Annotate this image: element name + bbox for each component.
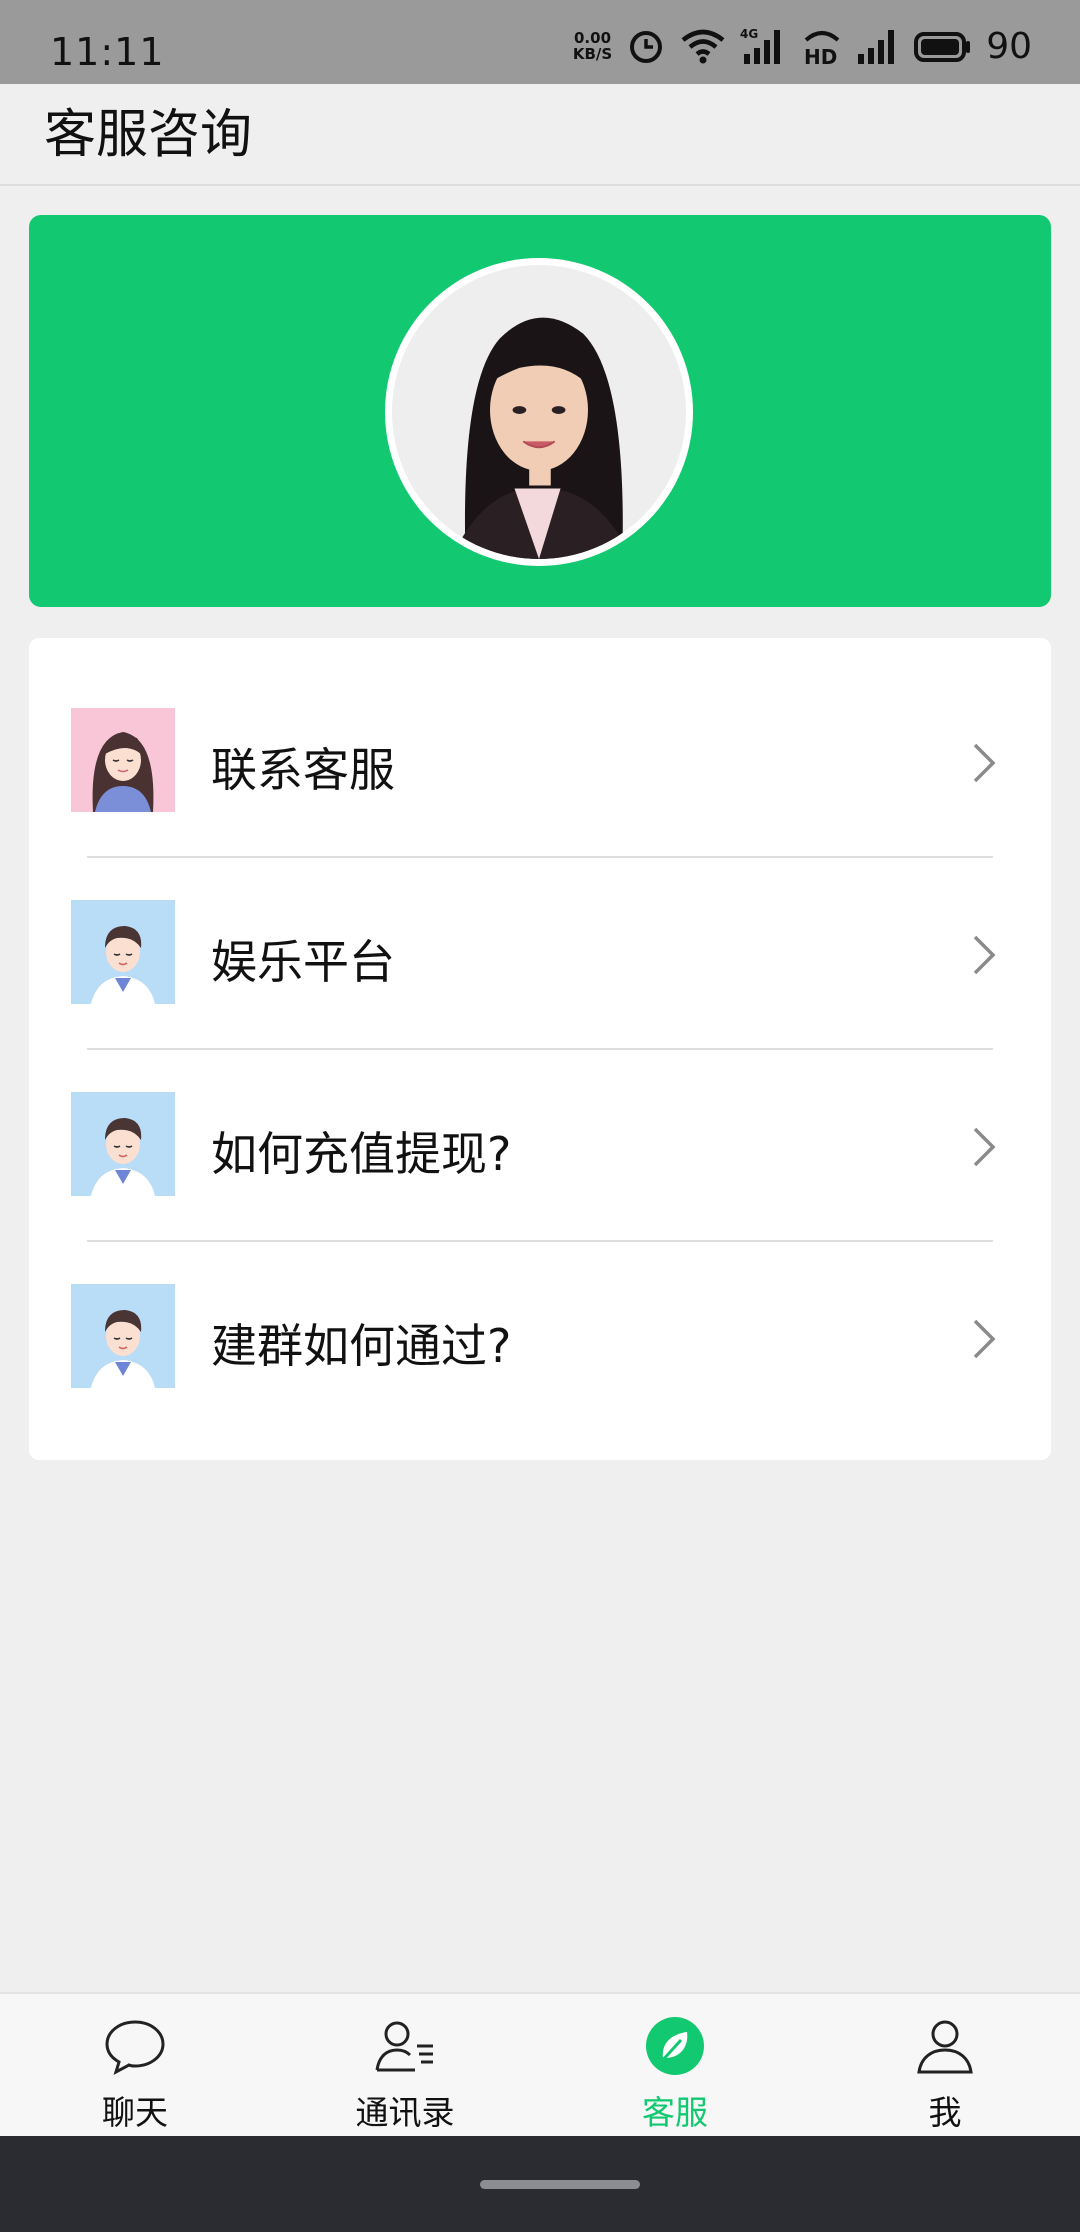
menu-item-recharge-withdraw[interactable]: 如何充值提现? [29,1022,1051,1213]
signal-icon [858,30,895,64]
wifi-icon [681,29,725,64]
chat-bubble-icon [105,2020,165,2076]
tab-chat[interactable]: 聊天 [0,1994,270,2138]
hd-call-icon: HD [804,31,840,66]
male-avatar [71,1284,175,1388]
alarm-icon [630,31,663,63]
customer-service-photo [392,265,686,559]
menu-item-label: 如何充值提现? [211,1127,512,1181]
tab-label: 通讯录 [355,2093,455,2132]
tab-contacts[interactable]: 通讯录 [270,1994,540,2138]
menu-item-label: 娱乐平台 [211,935,395,989]
tab-customer-service[interactable]: 客服 [540,1994,810,2138]
menu-item-group-approval[interactable]: 建群如何通过? [29,1214,1051,1405]
menu-item-label: 联系客服 [211,743,395,797]
menu-item-label: 建群如何通过? [211,1319,512,1373]
home-indicator[interactable] [480,2180,640,2189]
male-avatar [71,1092,175,1196]
header: 客服咨询 [0,84,1080,186]
tab-me[interactable]: 我 [810,1994,1080,2138]
tab-label: 客服 [642,2093,708,2132]
service-menu: 联系客服 娱乐平台 如何充值提现? 建群如何通过? [29,638,1051,1460]
network-speed-unit: KB/S [572,45,613,63]
chevron-right-icon [973,1127,996,1167]
page-title: 客服咨询 [44,105,253,165]
female-avatar [71,708,175,812]
bottom-tab-bar: 聊天 通讯录 客服 我 [0,1992,1080,2136]
contacts-icon [375,2021,433,2072]
status-bar: 11:11 0.00 KB/S 4G HD 90 [0,0,1080,84]
chevron-right-icon [973,935,996,975]
chevron-right-icon [973,1319,996,1359]
status-icons: 0.00 KB/S 4G HD 90 [573,25,1032,67]
person-icon [917,2020,973,2074]
customer-service-avatar[interactable] [385,258,693,566]
menu-item-contact-service[interactable]: 联系客服 [29,638,1051,829]
service-banner [29,215,1051,607]
app-screen: 11:11 0.00 KB/S 4G HD 90 客服咨询 联系客服 娱乐平台 … [0,0,1080,2232]
system-nav-bar [0,2136,1080,2232]
signal-4g-icon: 4G [740,27,781,64]
network-speed-value: 0.00 [574,29,612,47]
network-speed: 0.00 KB/S [573,30,612,62]
hd-label: HD [804,45,837,66]
status-time: 11:11 [50,30,165,74]
tab-label: 聊天 [102,2093,168,2132]
tab-label: 我 [928,2093,962,2132]
menu-item-entertainment-platform[interactable]: 娱乐平台 [29,830,1051,1021]
battery-level: 90 [986,25,1032,67]
network-type-label: 4G [740,27,758,41]
battery-icon [914,32,971,62]
male-avatar [71,900,175,1004]
chevron-right-icon [973,743,996,783]
leaf-icon [646,2017,704,2075]
